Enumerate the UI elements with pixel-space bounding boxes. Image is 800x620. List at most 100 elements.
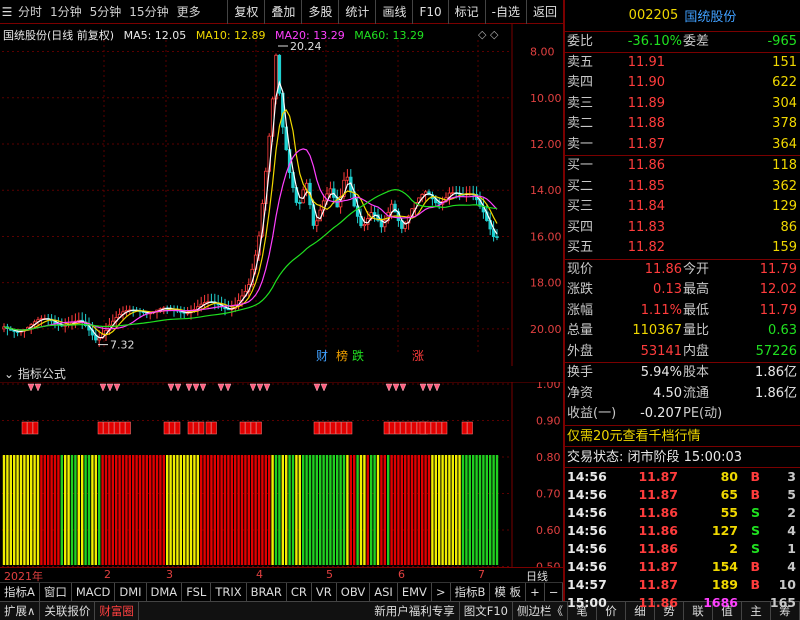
chart-options-icon[interactable]: ◇ ◇ — [478, 28, 498, 41]
toolbar-right-3[interactable]: 统计 — [338, 0, 375, 24]
indicator-bar — [332, 455, 335, 565]
indicator-bar — [359, 455, 363, 565]
indicator-bar — [339, 455, 342, 565]
trade-vol: 2 — [729, 540, 738, 556]
stat-value-2: 1.86亿 — [755, 385, 797, 401]
bottom-left-2[interactable]: 财富圈 — [95, 602, 139, 620]
indicator-panel[interactable]: 1.000.900.800.700.600.500.400.30 — [0, 378, 563, 610]
indicator-tab-17[interactable]: − — [545, 583, 564, 601]
indicator-tab-15[interactable]: 模 板 — [490, 583, 527, 601]
indicator-bar — [145, 455, 148, 565]
stat-label-2: PE(动) — [683, 406, 723, 421]
toolbar-right-1[interactable]: 叠加 — [264, 0, 301, 24]
indicator-bar — [417, 455, 420, 565]
trade-side: B — [750, 468, 760, 484]
ma5-line — [3, 80, 498, 339]
indicator-tab-14[interactable]: 指标B — [451, 583, 491, 601]
indicator-tab-16[interactable]: + — [526, 583, 545, 601]
bottom-left-1[interactable]: 关联报价 — [40, 602, 96, 620]
trade-side: B — [750, 577, 760, 593]
toolbar-left-2[interactable]: 5分钟 — [86, 0, 126, 24]
stat-row: 总量 110367 量比 0.63 — [565, 321, 800, 342]
indicator-bar — [383, 455, 386, 565]
y-tick-label: 20.00 — [530, 323, 562, 336]
indicator-tab-10[interactable]: OBV — [337, 583, 371, 601]
indicator-tab-5[interactable]: FSL — [182, 583, 212, 601]
indicator-tab-4[interactable]: DMA — [147, 583, 183, 601]
signal-box — [405, 421, 412, 435]
indicator-tab-0[interactable]: 指标A — [0, 583, 40, 601]
toolbar-left-0[interactable]: 分时 — [14, 0, 46, 24]
indicator-tab-2[interactable]: MACD — [72, 583, 116, 601]
indicator-tab-8[interactable]: CR — [287, 583, 312, 601]
indicator-bar — [193, 455, 196, 565]
buy-row: 买五 11.82 159 — [565, 238, 800, 259]
indicator-tab-3[interactable]: DMI — [115, 583, 147, 601]
bottom-promo-0[interactable]: 新用户福利专享 — [370, 602, 460, 620]
indicator-bar — [393, 455, 397, 565]
indicator-tab-9[interactable]: VR — [312, 583, 337, 601]
indicator-bar — [2, 455, 6, 565]
indicator-bar — [254, 455, 257, 565]
trade-count: 4 — [787, 522, 796, 538]
buy-row: 买一 11.86 118 — [565, 156, 800, 177]
trade-row: 14:56 11.87 80 B 3 — [565, 468, 800, 486]
indicator-bar — [400, 455, 403, 565]
indicator-tab-7[interactable]: BRAR — [247, 583, 287, 601]
indicator-bar — [444, 455, 448, 565]
indicator-bar — [438, 455, 441, 565]
bottom-promo-2[interactable]: 侧边栏《 — [513, 602, 568, 620]
stat-value: 53141 — [640, 343, 682, 359]
indicator-bar — [244, 455, 247, 565]
indicator-bar — [142, 455, 145, 565]
indicator-tab-1[interactable]: 窗口 — [40, 583, 72, 601]
indicator-tab-13[interactable]: > — [432, 583, 451, 601]
signal-gem — [224, 383, 232, 392]
kline-svg[interactable]: 20.0018.0016.0014.0012.0010.008.0020.247… — [0, 24, 563, 366]
signal-box — [97, 421, 104, 435]
indicator-tab-11[interactable]: ASI — [370, 583, 398, 601]
bottom-left-0[interactable]: 扩展∧ — [0, 602, 41, 620]
toolbar-right-4[interactable]: 画线 — [375, 0, 412, 24]
trade-side: S — [750, 504, 760, 520]
indicator-bar — [108, 455, 111, 565]
ind-tick-label: 0.60 — [536, 524, 561, 537]
toolbar-left-3[interactable]: 15分钟 — [125, 0, 172, 24]
indicator-tab-6[interactable]: TRIX — [211, 583, 247, 601]
signal-gem — [426, 383, 434, 392]
trade-vol: 1686 — [703, 595, 738, 611]
stat-label: 总量 — [567, 323, 594, 338]
indicator-tab-12[interactable]: EMV — [398, 583, 432, 601]
indicator-bar — [305, 455, 308, 565]
toolbar-right-7[interactable]: -自选 — [484, 0, 526, 24]
candle-body — [372, 212, 377, 216]
toolbar-left-1[interactable]: 1分钟 — [46, 0, 86, 24]
indicator-bar — [50, 455, 53, 565]
indicator-bar — [179, 455, 182, 565]
promo-link[interactable]: 仅需20元查看千档行情 — [565, 426, 800, 447]
toolbar-left-4[interactable]: 更多 — [173, 0, 205, 24]
trade-time: 14:56 — [567, 522, 607, 538]
signal-box — [256, 421, 262, 435]
trade-vol: 189 — [711, 577, 738, 593]
toolbar-right-6[interactable]: 标记 — [447, 0, 485, 24]
toolbar-right-2[interactable]: 多股 — [301, 0, 338, 24]
toolbar-right-8[interactable]: 返回 — [525, 0, 563, 24]
toolbar-right-0[interactable]: 复权 — [227, 0, 264, 24]
stat-value: 0.13 — [653, 282, 682, 297]
indicator-bar — [271, 455, 274, 565]
menu-icon[interactable]: ☰ — [0, 0, 14, 24]
signal-gem — [199, 383, 207, 392]
collapse-icon[interactable]: ⌄ — [4, 367, 14, 381]
ind-tick-label: 0.80 — [536, 451, 561, 464]
signal-box — [108, 421, 115, 435]
indicator-bar — [407, 455, 410, 565]
bottom-promo-1[interactable]: 图文F10 — [460, 602, 513, 620]
indicator-bar — [353, 455, 356, 565]
indicator-bar — [478, 455, 482, 565]
indicator-bar — [298, 455, 301, 565]
kline-chart[interactable]: 20.00 18.00 16.00 14.00 12.00 10.00 8.00 20.24 7… — [0, 24, 563, 366]
event-marker-0: 财 — [316, 349, 328, 363]
toolbar-right-5[interactable]: F10 — [412, 0, 447, 24]
trade-count: 4 — [787, 558, 796, 574]
